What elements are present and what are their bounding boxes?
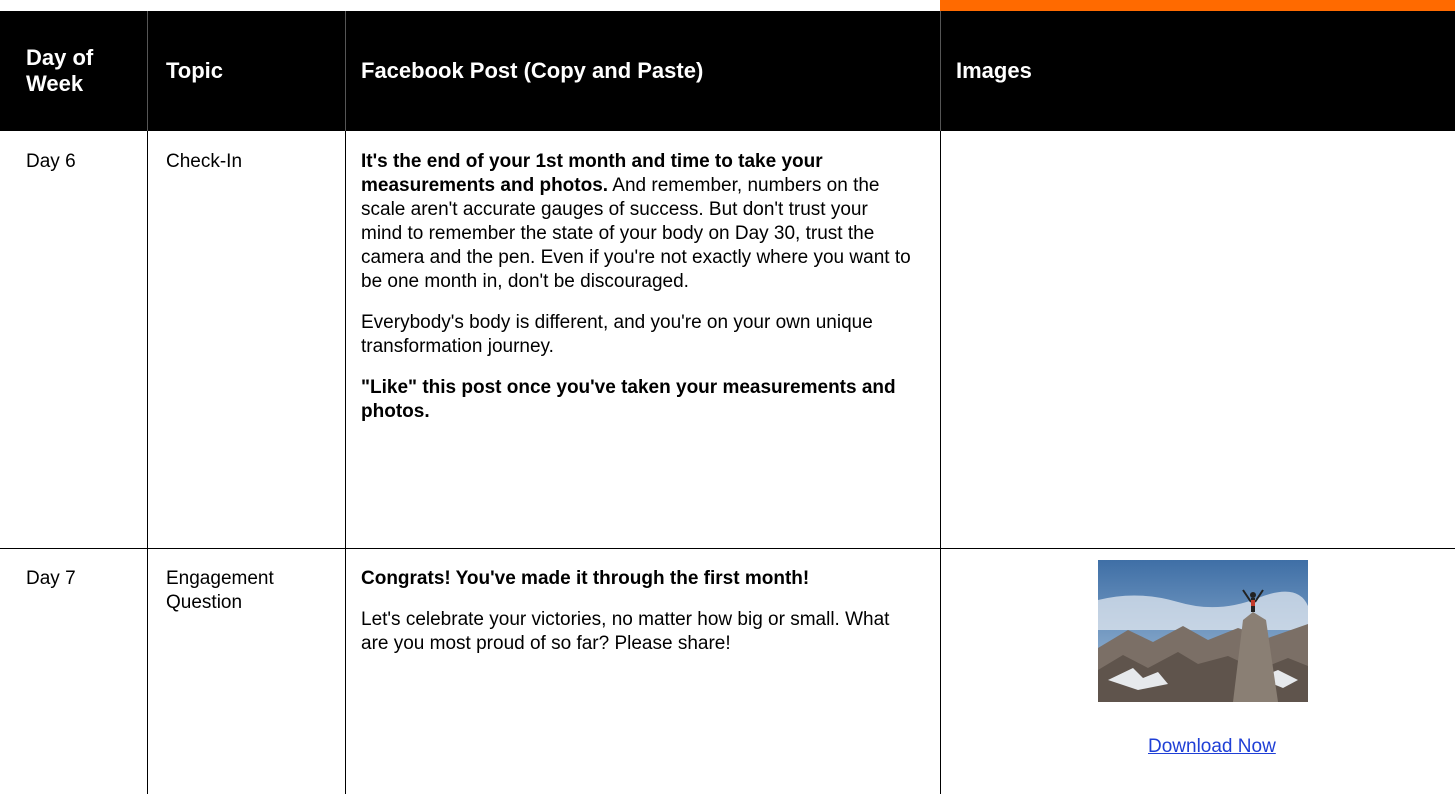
download-now-link[interactable]: Download Now bbox=[1148, 736, 1348, 758]
header-day-line1: Day of bbox=[26, 45, 94, 70]
row1-topic: Check-In bbox=[166, 151, 243, 172]
accent-bar bbox=[940, 0, 1455, 11]
table-header: Day of Week Topic Facebook Post (Copy an… bbox=[0, 11, 1455, 131]
row2-topic-line2: Question bbox=[166, 592, 243, 613]
mountain-summit-photo bbox=[1098, 560, 1308, 702]
row2-topic: Engagement Question bbox=[166, 567, 274, 615]
row1-day: Day 6 bbox=[26, 151, 76, 172]
row1-post-p2: Everybody's body is different, and you'r… bbox=[361, 312, 873, 357]
row2-day: Day 7 bbox=[26, 568, 76, 589]
header-facebook-post: Facebook Post (Copy and Paste) bbox=[361, 58, 704, 83]
row2-post: Congrats! You've made it through the fir… bbox=[361, 567, 911, 673]
header-day-line2: Week bbox=[26, 71, 84, 96]
header-topic: Topic bbox=[166, 58, 224, 83]
row2-post-lead: Congrats! You've made it through the fir… bbox=[361, 568, 810, 589]
row2-post-p2: Let's celebrate your victories, no matte… bbox=[361, 609, 890, 654]
row2-topic-line1: Engagement bbox=[166, 568, 274, 589]
row1-post-cta: "Like" this post once you've taken your … bbox=[361, 377, 896, 422]
header-day-of-week: Day of Week bbox=[26, 11, 136, 131]
row1-post: It's the end of your 1st month and time … bbox=[361, 150, 911, 441]
header-images: Images bbox=[956, 58, 1032, 83]
